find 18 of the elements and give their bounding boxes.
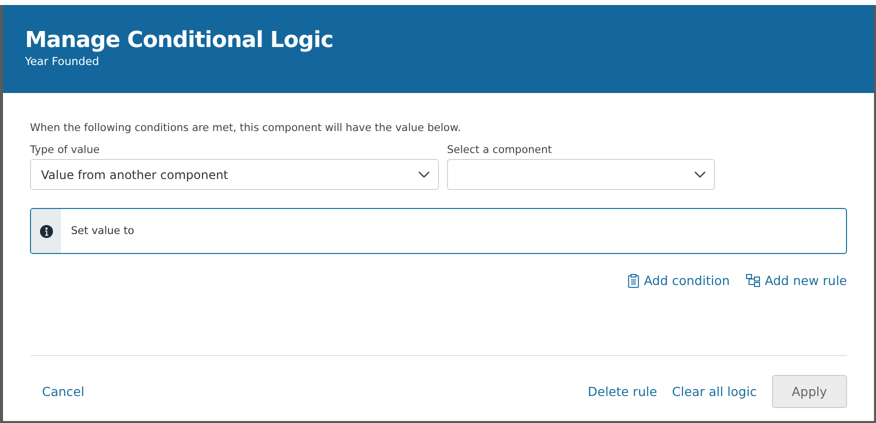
footer-link[interactable]: Delete rule [588,384,658,399]
dropdown-select[interactable] [447,159,715,190]
cancel-link[interactable]: Cancel [42,384,84,399]
field-label: Type of value [30,143,101,157]
field-label: Select a component [447,143,553,157]
chevron-down-icon [694,171,706,178]
footer-link[interactable]: Clear all logic [672,384,757,399]
hierarchy-icon [746,274,760,287]
dropdown-select[interactable]: Value from another component [30,159,439,190]
add-rule-link[interactable]: Add new rule [746,273,847,288]
dialog-title: Manage Conditional Logic [25,27,334,55]
clipboard-icon [628,274,639,288]
chevron-down-icon [418,171,430,178]
dialog-subtitle: Year Founded [25,55,100,69]
info-text: Set value to [71,225,134,237]
instruction-text: When the following conditions are met, this component will have the value below. [30,121,462,135]
info-icon [40,224,52,238]
add-condition-link[interactable]: Add condition [628,273,730,288]
